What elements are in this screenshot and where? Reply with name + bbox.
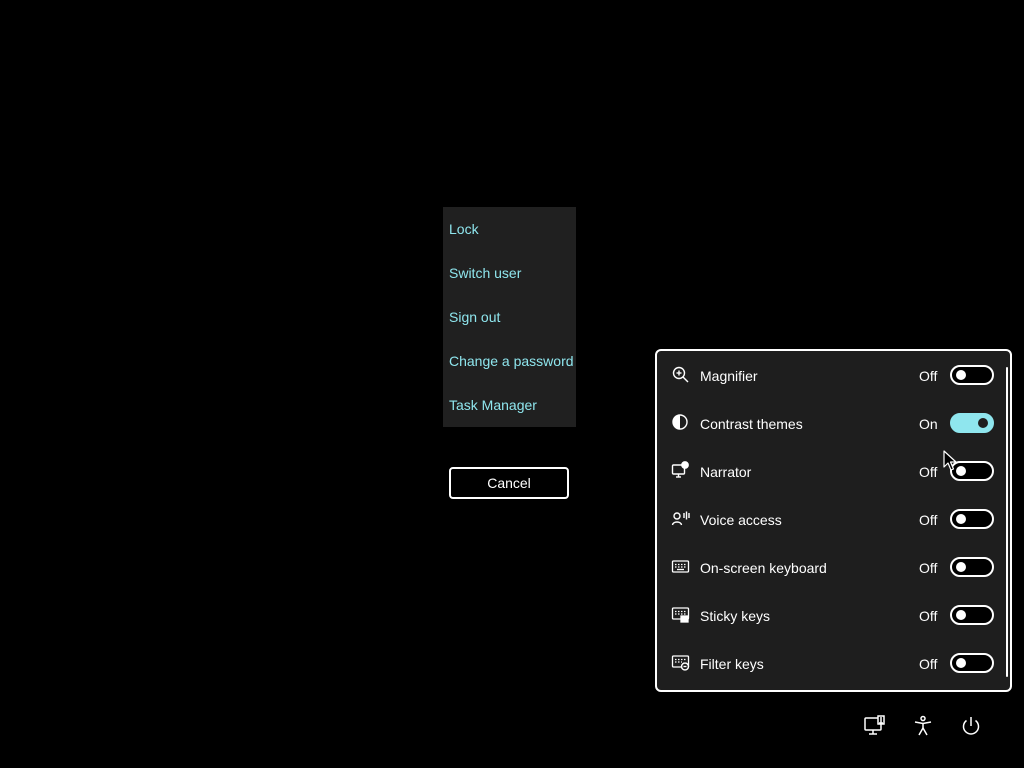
voice-access-icon xyxy=(671,509,691,529)
magnifier-toggle[interactable] xyxy=(950,365,994,385)
on-screen-keyboard-toggle[interactable] xyxy=(950,557,994,577)
network-icon[interactable] xyxy=(863,714,887,738)
sticky-keys-row: Sticky keys Off xyxy=(657,592,1002,640)
power-icon[interactable] xyxy=(959,714,983,738)
toggle-knob xyxy=(956,370,966,380)
row-state: Off xyxy=(919,464,938,480)
row-state: Off xyxy=(919,512,938,528)
sticky-keys-toggle[interactable] xyxy=(950,605,994,625)
magnifier-row: Magnifier Off xyxy=(657,352,1002,400)
change-password-option[interactable]: Change a password xyxy=(449,349,574,373)
cancel-button[interactable]: Cancel xyxy=(449,467,569,499)
lock-screen: Lock Switch user Sign out Change a passw… xyxy=(0,0,1024,768)
row-label: Voice access xyxy=(700,512,782,528)
toggle-knob xyxy=(956,562,966,572)
row-label: Narrator xyxy=(700,464,752,480)
row-label: Filter keys xyxy=(700,656,764,672)
row-state: Off xyxy=(919,560,938,576)
switch-user-option[interactable]: Switch user xyxy=(449,261,521,285)
contrast-themes-row: Contrast themes On xyxy=(657,400,1002,448)
flyout-scrollbar[interactable] xyxy=(1006,367,1008,677)
filter-keys-row: Filter keys Off xyxy=(657,640,1002,688)
keyboard-icon xyxy=(671,557,691,577)
row-state: On xyxy=(919,416,938,432)
security-options-menu: Lock Switch user Sign out Change a passw… xyxy=(443,207,576,427)
accessibility-icon[interactable] xyxy=(911,714,935,738)
on-screen-keyboard-row: On-screen keyboard Off xyxy=(657,544,1002,592)
narrator-icon xyxy=(671,461,691,481)
toggle-knob xyxy=(978,418,988,428)
filter-keys-icon xyxy=(671,653,691,673)
contrast-icon xyxy=(671,413,691,433)
toggle-knob xyxy=(956,610,966,620)
task-manager-option[interactable]: Task Manager xyxy=(449,393,537,417)
toggle-knob xyxy=(956,514,966,524)
row-state: Off xyxy=(919,368,938,384)
magnifier-icon xyxy=(671,365,691,385)
row-state: Off xyxy=(919,608,938,624)
toggle-knob xyxy=(956,466,966,476)
mouse-cursor-icon xyxy=(943,450,957,471)
filter-keys-toggle[interactable] xyxy=(950,653,994,673)
voice-access-row: Voice access Off xyxy=(657,496,1002,544)
lock-option[interactable]: Lock xyxy=(449,217,479,241)
toggle-knob xyxy=(956,658,966,668)
accessibility-flyout: Magnifier Off Contrast themes On Narrato… xyxy=(655,349,1012,692)
voice-access-toggle[interactable] xyxy=(950,509,994,529)
row-label: On-screen keyboard xyxy=(700,560,827,576)
row-label: Sticky keys xyxy=(700,608,771,624)
row-label: Contrast themes xyxy=(700,416,803,432)
sign-out-option[interactable]: Sign out xyxy=(449,305,500,329)
row-label: Magnifier xyxy=(700,368,758,384)
sticky-keys-icon xyxy=(671,605,691,625)
contrast-themes-toggle[interactable] xyxy=(950,413,994,433)
row-state: Off xyxy=(919,656,938,672)
